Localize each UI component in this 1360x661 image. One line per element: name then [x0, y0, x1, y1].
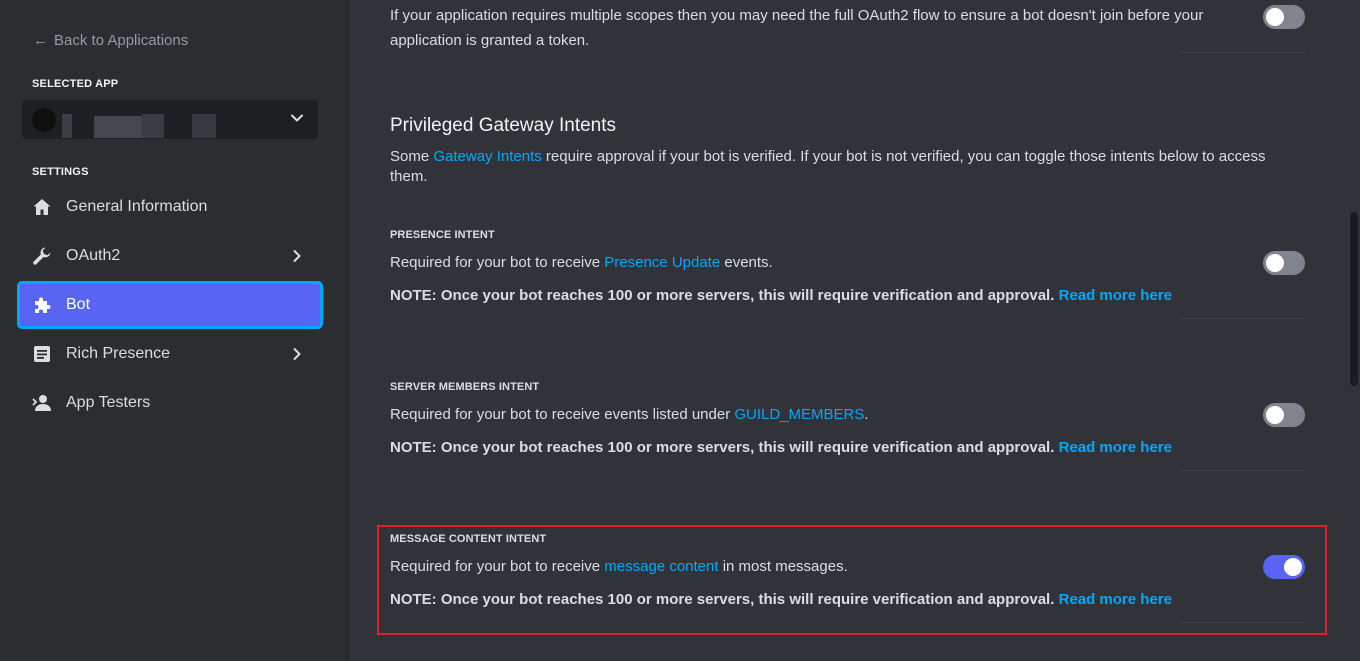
oauth2-scopes-text-line1: If your application requires multiple sc…	[390, 7, 1204, 24]
back-to-applications-link[interactable]: ← Back to Applications	[33, 32, 188, 49]
read-more-link[interactable]: Read more here	[1059, 439, 1172, 456]
app-avatar	[32, 107, 56, 132]
redacted-app-name	[62, 114, 72, 138]
presence-intent-description: Required for your bot to receive Presenc…	[390, 253, 773, 273]
chevron-right-icon	[293, 250, 301, 262]
note-text: NOTE: Once your bot reaches 100 or more …	[390, 439, 1055, 456]
toggle-knob	[1284, 558, 1302, 576]
message-content-intent-note: NOTE: Once your bot reaches 100 or more …	[390, 591, 1172, 608]
server-members-intent-description: Required for your bot to receive events …	[390, 405, 869, 425]
nav-item-label: Bot	[66, 296, 91, 313]
guild-members-link[interactable]: GUILD_MEMBERS	[734, 406, 864, 423]
toggle-knob	[1266, 254, 1284, 272]
toggle-knob	[1266, 406, 1284, 424]
nav-item-oauth2[interactable]: OAuth2	[18, 233, 322, 279]
nav-item-label: App Testers	[66, 394, 151, 411]
gateway-intents-description-line2: them.	[390, 168, 428, 185]
gateway-intents-description: Some Gateway Intents require approval if…	[390, 147, 1320, 167]
divider	[1180, 470, 1305, 471]
desc-text: require approval if your bot is verified…	[541, 148, 1266, 165]
toggle-knob	[1266, 8, 1284, 26]
message-content-link[interactable]: message content	[604, 558, 718, 575]
presence-update-link[interactable]: Presence Update	[604, 254, 720, 271]
redacted-app-name	[192, 114, 216, 138]
person-icon	[32, 393, 52, 413]
server-members-intent-title: SERVER MEMBERS INTENT	[390, 381, 540, 393]
desc-text: Required for your bot to receive	[390, 254, 605, 271]
message-content-intent-title: MESSAGE CONTENT INTENT	[390, 533, 547, 545]
home-icon	[32, 197, 52, 217]
back-link-label: Back to Applications	[54, 32, 189, 49]
privileged-gateway-intents-heading: Privileged Gateway Intents	[390, 115, 617, 136]
nav-item-label: General Information	[66, 198, 208, 215]
require-oauth2-code-grant-toggle[interactable]	[1263, 5, 1305, 29]
desc-text: events.	[720, 254, 773, 271]
desc-text: Required for your bot to receive	[390, 558, 605, 575]
chevron-down-icon	[291, 114, 303, 122]
desc-text: in most messages.	[718, 558, 848, 575]
sidebar: ← Back to Applications SELECTED APP SETT…	[0, 0, 350, 661]
oauth2-scopes-text-line2: application is granted a token.	[390, 32, 590, 49]
read-more-link[interactable]: Read more here	[1059, 591, 1172, 608]
gateway-intents-link[interactable]: Gateway Intents	[433, 148, 541, 165]
presence-intent-title: PRESENCE INTENT	[390, 229, 495, 241]
note-text: NOTE: Once your bot reaches 100 or more …	[390, 287, 1055, 304]
presence-intent-note: NOTE: Once your bot reaches 100 or more …	[390, 287, 1172, 304]
nav-item-rich-presence[interactable]: Rich Presence	[18, 331, 322, 377]
divider	[1180, 318, 1305, 319]
settings-nav: General Information OAuth2 Bot Rich Pres…	[17, 184, 323, 429]
nav-item-label: Rich Presence	[66, 345, 171, 362]
read-more-link[interactable]: Read more here	[1059, 287, 1172, 304]
app-selector-dropdown[interactable]	[22, 100, 318, 139]
desc-text: Required for your bot to receive events …	[390, 406, 735, 423]
divider	[1180, 52, 1305, 53]
settings-label: SETTINGS	[32, 166, 89, 178]
selected-app-label: SELECTED APP	[32, 78, 119, 90]
presence-intent-toggle[interactable]	[1263, 251, 1305, 275]
document-icon	[32, 344, 52, 364]
chevron-right-icon	[293, 348, 301, 360]
arrow-left-icon: ←	[33, 32, 48, 49]
nav-item-bot[interactable]: Bot	[17, 281, 323, 329]
main-content: If your application requires multiple sc…	[350, 0, 1360, 661]
wrench-icon	[32, 246, 52, 266]
divider	[1180, 622, 1305, 623]
message-content-intent-description: Required for your bot to receive message…	[390, 557, 848, 577]
server-members-intent-note: NOTE: Once your bot reaches 100 or more …	[390, 439, 1172, 456]
desc-text: .	[864, 406, 869, 423]
nav-item-general-information[interactable]: General Information	[18, 184, 322, 230]
server-members-intent-toggle[interactable]	[1263, 403, 1305, 427]
redacted-app-name	[94, 116, 142, 138]
nav-item-app-testers[interactable]: App Testers	[18, 380, 322, 426]
redacted-app-name	[142, 114, 164, 138]
nav-item-label: OAuth2	[66, 247, 121, 264]
message-content-intent-toggle[interactable]	[1263, 555, 1305, 579]
puzzle-icon	[32, 295, 52, 315]
scrollbar-thumb[interactable]	[1350, 212, 1358, 386]
note-text: NOTE: Once your bot reaches 100 or more …	[390, 591, 1055, 608]
desc-text: Some	[390, 148, 434, 165]
